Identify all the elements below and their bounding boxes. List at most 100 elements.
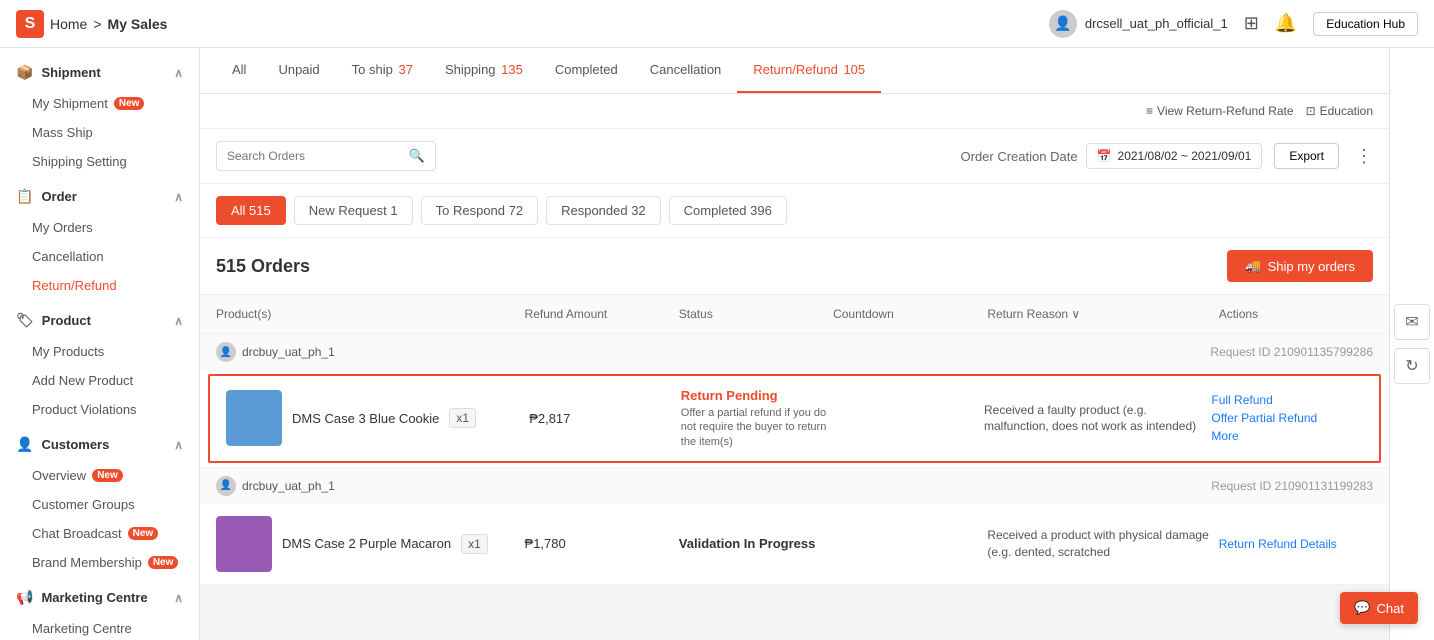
sidebar-item-marketing-centre[interactable]: Marketing Centre	[0, 614, 199, 640]
product-name-2: DMS Case 2 Purple Macaron	[282, 536, 451, 551]
list-icon: ≡	[1146, 104, 1153, 118]
product-image-2	[216, 516, 272, 572]
home-link[interactable]: Home	[50, 16, 87, 32]
refund-amount-2: ₱1,780	[525, 536, 679, 551]
more-link-1[interactable]: More	[1211, 429, 1363, 443]
sidebar-item-product-violations[interactable]: Product Violations	[0, 395, 199, 424]
tab-all[interactable]: All	[216, 48, 262, 93]
sub-tab-all[interactable]: All 515	[216, 196, 286, 225]
view-return-refund-rate-label: View Return-Refund Rate	[1157, 104, 1294, 118]
sidebar-item-add-new-product[interactable]: Add New Product	[0, 366, 199, 395]
tab-to-ship[interactable]: To ship 37	[336, 48, 429, 93]
col-refund-amount: Refund Amount	[525, 303, 679, 325]
content-card: All Unpaid To ship 37 Shipping 135 Compl…	[200, 48, 1389, 585]
sub-tab-new-request[interactable]: New Request 1	[294, 196, 413, 225]
sidebar-item-my-shipment[interactable]: My Shipment New	[0, 89, 199, 118]
sidebar-item-label: My Products	[32, 344, 104, 359]
date-range-value: 2021/08/02 ~ 2021/09/01	[1118, 149, 1252, 163]
search-box[interactable]: 🔍	[216, 141, 436, 171]
sidebar-item-my-orders[interactable]: My Orders	[0, 213, 199, 242]
sidebar-section-header-marketing[interactable]: 📢Marketing Centre ∧	[0, 581, 199, 614]
refresh-icon-button[interactable]: ↻	[1394, 348, 1430, 384]
sidebar-section-header-shipment[interactable]: 📦Shipment ∧	[0, 56, 199, 89]
sidebar-item-return-refund[interactable]: Return/Refund	[0, 271, 199, 300]
request-id-1: Request ID 210901135799286	[1210, 345, 1373, 359]
export-button[interactable]: Export	[1274, 143, 1339, 169]
offer-partial-refund-link[interactable]: Offer Partial Refund	[1211, 411, 1363, 425]
sidebar-section-header-order[interactable]: 📋Order ∧	[0, 180, 199, 213]
sidebar-item-label: My Shipment	[32, 96, 108, 111]
sidebar-section-header-customers[interactable]: 👤 Customers ∧	[0, 428, 199, 461]
chat-button[interactable]: 💬 Chat	[1340, 592, 1418, 624]
education-label: Education	[1320, 104, 1373, 118]
search-input[interactable]	[227, 149, 409, 163]
sub-tab-responded[interactable]: Responded 32	[546, 196, 661, 225]
view-return-refund-rate-link[interactable]: ≡ View Return-Refund Rate	[1146, 104, 1294, 118]
new-badge: New	[114, 97, 145, 110]
grid-icon[interactable]: ⊞	[1244, 13, 1259, 34]
chevron-up-icon-customers: ∧	[174, 438, 183, 452]
education-icon: ⊡	[1306, 104, 1316, 118]
sidebar-item-shipping-setting[interactable]: Shipping Setting	[0, 147, 199, 176]
sidebar-section-order: 📋Order ∧ My Orders Cancellation Return/R…	[0, 180, 199, 300]
order-group-header-1: 👤 drcbuy_uat_ph_1 Request ID 21090113579…	[200, 334, 1389, 370]
sidebar-item-brand-membership[interactable]: Brand Membership New	[0, 548, 199, 577]
col-products: Product(s)	[216, 303, 525, 325]
avatar: 👤	[1049, 10, 1077, 38]
sidebar-item-customer-groups[interactable]: Customer Groups	[0, 490, 199, 519]
sub-tab-completed[interactable]: Completed 396	[669, 196, 787, 225]
order-row-highlighted: DMS Case 3 Blue Cookie x1 ₱2,817 Return …	[208, 374, 1381, 463]
education-hub-button[interactable]: Education Hub	[1313, 12, 1418, 36]
sidebar-section-label-shipment: Shipment	[41, 65, 100, 80]
date-picker[interactable]: 📅 2021/08/02 ~ 2021/09/01	[1086, 143, 1263, 169]
sidebar-section-label-customers: Customers	[41, 437, 109, 452]
page-title: My Sales	[108, 16, 168, 32]
tab-to-ship-count: 37	[398, 62, 412, 77]
product-image-1	[226, 390, 282, 446]
sidebar-item-overview[interactable]: Overview New	[0, 461, 199, 490]
status-label-1: Return Pending	[681, 388, 833, 403]
sidebar-item-chat-broadcast[interactable]: Chat Broadcast New	[0, 519, 199, 548]
product-cell-2: DMS Case 2 Purple Macaron x1	[216, 516, 525, 572]
sub-tab-to-respond[interactable]: To Respond 72	[421, 196, 538, 225]
breadcrumb-separator: >	[93, 16, 101, 32]
table-header: Product(s) Refund Amount Status Countdow…	[200, 294, 1389, 334]
tab-shipping[interactable]: Shipping 135	[429, 48, 539, 93]
buyer-avatar-1: 👤	[216, 342, 236, 362]
ship-my-orders-button[interactable]: 🚚 Ship my orders	[1227, 250, 1373, 282]
sidebar-section-label-marketing: Marketing Centre	[41, 590, 147, 605]
order-row-2: DMS Case 2 Purple Macaron x1 ₱1,780 Vali…	[200, 504, 1389, 584]
sidebar-item-label: Shipping Setting	[32, 154, 127, 169]
full-refund-link[interactable]: Full Refund	[1211, 393, 1363, 407]
sidebar-section-header-product[interactable]: 🏷Product ∧	[0, 304, 199, 337]
sidebar-item-label: Add New Product	[32, 373, 133, 388]
product-icon: 🏷	[16, 312, 34, 328]
ship-icon: 🚚	[1245, 258, 1261, 274]
envelope-icon-button[interactable]: ✉	[1394, 304, 1430, 340]
sub-tab-bar: All 515 New Request 1 To Respond 72 Resp…	[200, 184, 1389, 238]
tab-completed[interactable]: Completed	[539, 48, 634, 93]
sidebar-section-customers: 👤 Customers ∧ Overview New Customer Group…	[0, 428, 199, 577]
product-name-1: DMS Case 3 Blue Cookie	[292, 411, 439, 426]
tab-unpaid[interactable]: Unpaid	[262, 48, 335, 93]
tab-return-refund[interactable]: Return/Refund 105	[737, 48, 881, 93]
order-group-header-2: 👤 drcbuy_uat_ph_1 Request ID 21090113119…	[200, 468, 1389, 504]
bell-icon[interactable]: 🔔	[1275, 13, 1297, 34]
qty-badge-2: x1	[461, 534, 488, 554]
new-badge-overview: New	[92, 469, 123, 482]
new-badge-brand: New	[148, 556, 179, 569]
col-actions: Actions	[1219, 303, 1373, 325]
chevron-up-icon-product: ∧	[174, 314, 183, 328]
customers-icon: 👤	[16, 436, 33, 452]
return-refund-details-link[interactable]: Return Refund Details	[1219, 537, 1373, 551]
orders-header: 515 Orders 🚚 Ship my orders	[200, 238, 1389, 294]
education-link[interactable]: ⊡ Education	[1306, 104, 1373, 118]
shipment-icon: 📦	[16, 64, 33, 80]
tab-cancellation[interactable]: Cancellation	[634, 48, 738, 93]
more-options-icon[interactable]: ⋮	[1355, 146, 1373, 167]
main-layout: 📦 Shipment ∧ My Shipment New Mass Ship Sh…	[0, 48, 1434, 640]
sidebar-item-label: Mass Ship	[32, 125, 93, 140]
sidebar-item-mass-ship[interactable]: Mass Ship	[0, 118, 199, 147]
sidebar-item-cancellation[interactable]: Cancellation	[0, 242, 199, 271]
sidebar-item-my-products[interactable]: My Products	[0, 337, 199, 366]
